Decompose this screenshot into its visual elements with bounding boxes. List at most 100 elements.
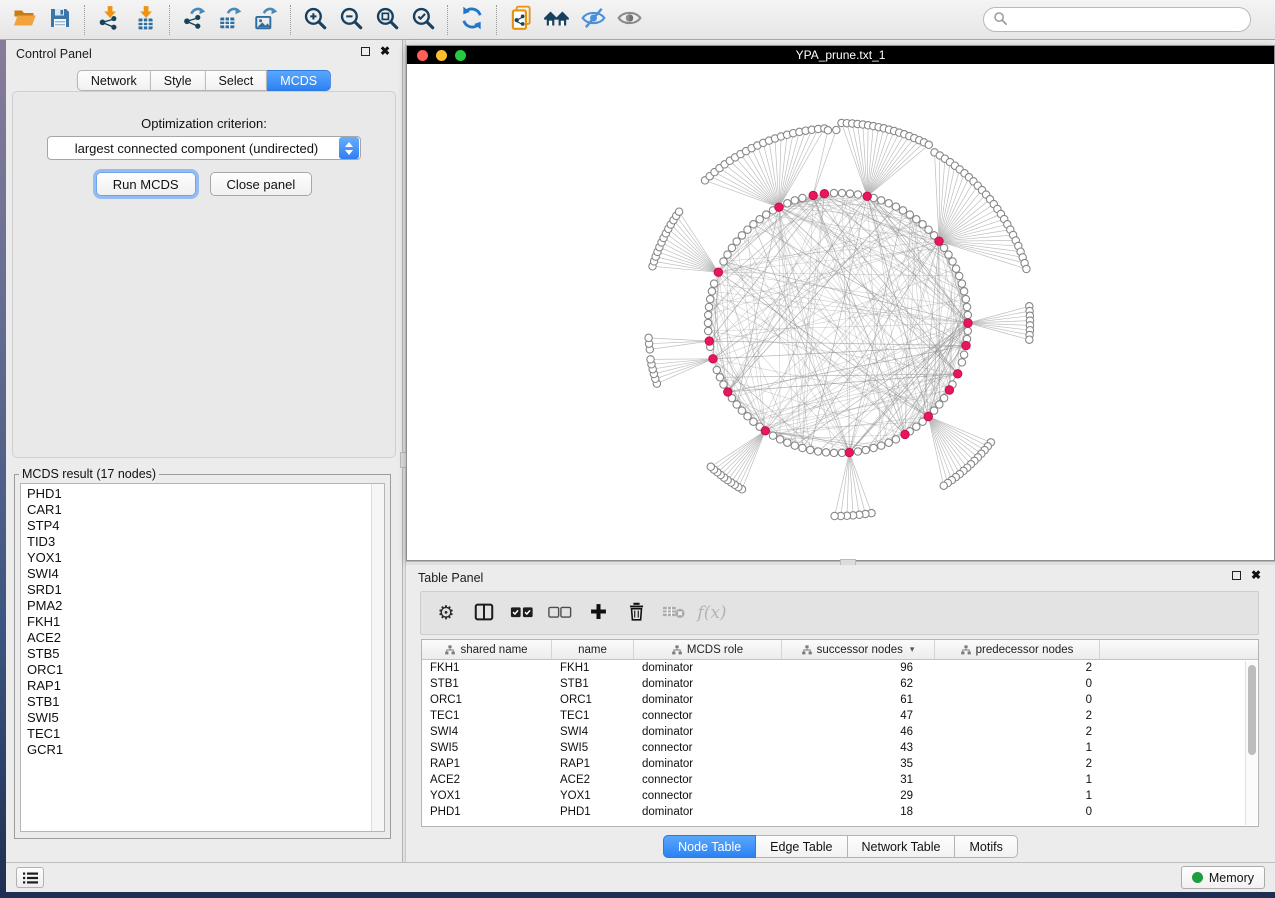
table-cell-name[interactable]: TEC1 <box>552 710 634 722</box>
table-cell-mcds-role[interactable]: dominator <box>634 694 782 706</box>
search-box[interactable] <box>983 7 1251 32</box>
column-header-mcds-role[interactable]: MCDS role <box>634 640 782 659</box>
column-header-name[interactable]: name <box>552 640 634 659</box>
table-row[interactable]: ORC1ORC1dominator610 <box>422 692 1258 708</box>
table-cell-shared-name[interactable]: SWI5 <box>422 742 552 754</box>
export-network-button[interactable] <box>176 3 212 37</box>
table-cell-predecessor-nodes[interactable]: 1 <box>935 742 1100 754</box>
zoom-in-button[interactable] <box>297 3 333 37</box>
close-panel-icon[interactable]: ✖ <box>1251 570 1261 580</box>
close-panel-button[interactable]: Close panel <box>210 172 313 196</box>
table-cell-shared-name[interactable]: RAP1 <box>422 758 552 770</box>
column-header-shared-name[interactable]: shared name <box>422 640 552 659</box>
table-cell-shared-name[interactable]: YOX1 <box>422 790 552 802</box>
table-cell-predecessor-nodes[interactable]: 2 <box>935 758 1100 770</box>
mcds-result-item[interactable]: TID3 <box>27 534 384 550</box>
tab-network-table[interactable]: Network Table <box>848 835 956 858</box>
table-cell-successor-nodes[interactable]: 35 <box>782 758 935 770</box>
mcds-result-item[interactable]: FKH1 <box>27 614 384 630</box>
mcds-result-item[interactable]: STB5 <box>27 646 384 662</box>
table-cell-mcds-role[interactable]: connector <box>634 774 782 786</box>
hide-graphics-details-button[interactable] <box>575 3 611 37</box>
split-columns-button[interactable] <box>469 598 499 628</box>
table-cell-successor-nodes[interactable]: 61 <box>782 694 935 706</box>
table-cell-mcds-role[interactable]: connector <box>634 790 782 802</box>
table-cell-successor-nodes[interactable]: 96 <box>782 662 935 674</box>
mcds-result-item[interactable]: STB1 <box>27 694 384 710</box>
column-header-predecessor-nodes[interactable]: predecessor nodes <box>935 640 1100 659</box>
mcds-result-item[interactable]: PHD1 <box>27 486 384 502</box>
zoom-out-button[interactable] <box>333 3 369 37</box>
table-cell-name[interactable]: ORC1 <box>552 694 634 706</box>
mcds-result-item[interactable]: RAP1 <box>27 678 384 694</box>
mcds-result-item[interactable]: SWI5 <box>27 710 384 726</box>
table-cell-name[interactable]: SWI4 <box>552 726 634 738</box>
run-mcds-button[interactable]: Run MCDS <box>96 172 196 196</box>
import-table-button[interactable] <box>127 3 163 37</box>
mcds-result-item[interactable]: CAR1 <box>27 502 384 518</box>
table-cell-predecessor-nodes[interactable]: 2 <box>935 710 1100 722</box>
column-header-successor-nodes[interactable]: successor nodes ▾ <box>782 640 935 659</box>
table-row[interactable]: SWI5SWI5connector431 <box>422 740 1258 756</box>
table-cell-shared-name[interactable]: ACE2 <box>422 774 552 786</box>
float-window-icon[interactable] <box>361 47 370 56</box>
table-cell-mcds-role[interactable]: dominator <box>634 758 782 770</box>
table-cell-predecessor-nodes[interactable]: 0 <box>935 694 1100 706</box>
refresh-button[interactable] <box>454 3 490 37</box>
table-cell-name[interactable]: ACE2 <box>552 774 634 786</box>
memory-button[interactable]: Memory <box>1181 866 1265 889</box>
home-button[interactable] <box>539 3 575 37</box>
table-cell-mcds-role[interactable]: connector <box>634 742 782 754</box>
table-cell-successor-nodes[interactable]: 62 <box>782 678 935 690</box>
import-network-button[interactable] <box>91 3 127 37</box>
table-cell-mcds-role[interactable]: dominator <box>634 806 782 818</box>
table-cell-shared-name[interactable]: ORC1 <box>422 694 552 706</box>
tab-edge-table[interactable]: Edge Table <box>756 835 847 858</box>
table-cell-name[interactable]: RAP1 <box>552 758 634 770</box>
tab-motifs[interactable]: Motifs <box>955 835 1017 858</box>
mcds-result-item[interactable]: ACE2 <box>27 630 384 646</box>
scrollbar-thumb[interactable] <box>1248 665 1256 755</box>
table-cell-successor-nodes[interactable]: 46 <box>782 726 935 738</box>
table-row[interactable]: PHD1PHD1dominator180 <box>422 804 1258 820</box>
table-row[interactable]: STB1STB1dominator620 <box>422 676 1258 692</box>
table-cell-shared-name[interactable]: SWI4 <box>422 726 552 738</box>
table-cell-predecessor-nodes[interactable]: 1 <box>935 774 1100 786</box>
close-panel-icon[interactable]: ✖ <box>380 46 390 56</box>
mcds-result-item[interactable]: SWI4 <box>27 566 384 582</box>
select-all-button[interactable] <box>507 598 537 628</box>
table-cell-successor-nodes[interactable]: 18 <box>782 806 935 818</box>
table-row[interactable]: YOX1YOX1connector291 <box>422 788 1258 804</box>
tab-network[interactable]: Network <box>77 70 151 91</box>
table-cell-mcds-role[interactable]: connector <box>634 710 782 722</box>
mcds-result-item[interactable]: GCR1 <box>27 742 384 758</box>
table-cell-mcds-role[interactable]: dominator <box>634 678 782 690</box>
table-cell-mcds-role[interactable]: dominator <box>634 662 782 674</box>
mcds-result-item[interactable]: TEC1 <box>27 726 384 742</box>
open-session-button[interactable] <box>6 3 42 37</box>
table-row[interactable]: ACE2ACE2connector311 <box>422 772 1258 788</box>
table-cell-predecessor-nodes[interactable]: 0 <box>935 806 1100 818</box>
table-row[interactable]: TEC1TEC1connector472 <box>422 708 1258 724</box>
table-cell-name[interactable]: FKH1 <box>552 662 634 674</box>
optimization-criterion-select[interactable]: largest connected component (undirected) <box>47 136 361 160</box>
mcds-result-item[interactable]: STP4 <box>27 518 384 534</box>
table-cell-name[interactable]: PHD1 <box>552 806 634 818</box>
table-cell-shared-name[interactable]: PHD1 <box>422 806 552 818</box>
table-cell-shared-name[interactable]: FKH1 <box>422 662 552 674</box>
table-row[interactable]: FKH1FKH1dominator962 <box>422 660 1258 676</box>
table-scrollbar[interactable] <box>1245 661 1257 825</box>
mcds-result-item[interactable]: SRD1 <box>27 582 384 598</box>
export-image-button[interactable] <box>248 3 284 37</box>
show-graphics-details-button[interactable] <box>611 3 647 37</box>
network-canvas[interactable] <box>407 64 1274 560</box>
mcds-list-scrollbar[interactable] <box>371 484 384 831</box>
table-cell-name[interactable]: SWI5 <box>552 742 634 754</box>
table-cell-name[interactable]: STB1 <box>552 678 634 690</box>
tab-style[interactable]: Style <box>151 70 206 91</box>
table-cell-mcds-role[interactable]: dominator <box>634 726 782 738</box>
table-row[interactable]: SWI4SWI4dominator462 <box>422 724 1258 740</box>
tab-select[interactable]: Select <box>206 70 268 91</box>
zoom-selected-button[interactable] <box>405 3 441 37</box>
table-cell-shared-name[interactable]: TEC1 <box>422 710 552 722</box>
